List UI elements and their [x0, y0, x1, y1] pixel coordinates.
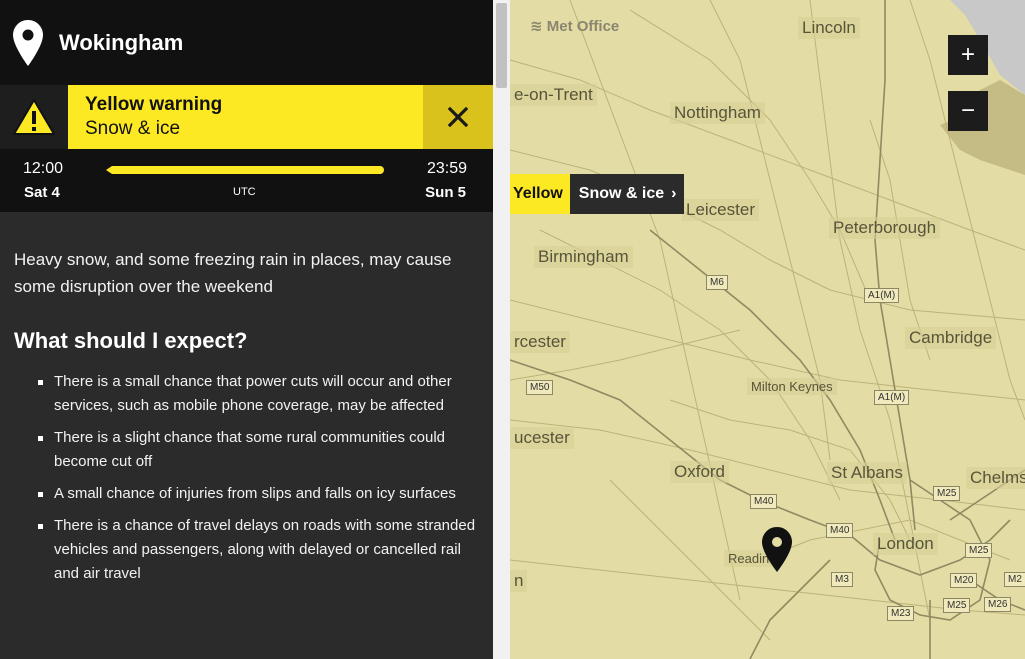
city-label: Birmingham: [534, 246, 633, 268]
panel-scrollbar[interactable]: [493, 0, 510, 659]
warning-summary: Heavy snow, and some freezing rain in pl…: [14, 250, 452, 296]
road-label: M25: [943, 598, 971, 613]
end-time: 23:59: [426, 160, 467, 177]
warning-banner: Yellow warning Snow & ice: [0, 85, 493, 149]
city-label: St Albans: [827, 462, 907, 484]
road-label: M26: [984, 597, 1012, 612]
road-label: M25: [965, 543, 993, 558]
timeline-bar: [106, 166, 384, 174]
road-label: M20: [950, 573, 978, 588]
chip-type-label: Snow & ice: [578, 185, 665, 202]
city-label: Oxford: [670, 461, 730, 483]
met-office-logo: ≋ Met Office: [530, 17, 619, 35]
list-item: There is a chance of travel delays on ro…: [38, 514, 479, 586]
location-header: Wokingham: [0, 0, 493, 85]
city-label: n: [510, 570, 528, 592]
list-item: There is a small chance that power cuts …: [38, 370, 479, 418]
city-label: ucester: [510, 427, 574, 449]
warning-panel: Wokingham Yellow warning Snow & ice 12:0…: [0, 0, 493, 659]
end-day: Sun 5: [425, 184, 466, 201]
city-label: Nottingham: [670, 102, 765, 124]
expect-heading: What should I expect?: [14, 328, 248, 353]
timezone-label: UTC: [233, 186, 256, 198]
road-label: M3: [831, 572, 853, 587]
city-label: e-on-Trent: [510, 84, 597, 106]
chevron-right-icon: ›: [671, 185, 677, 202]
close-button[interactable]: [423, 85, 493, 149]
location-marker-icon[interactable]: [762, 527, 792, 572]
map-pin-icon: [13, 19, 43, 66]
city-label: Peterborough: [829, 217, 941, 239]
close-icon: [448, 107, 468, 127]
city-label: Chelms: [966, 467, 1025, 489]
chip-level: Yellow: [510, 174, 570, 214]
city-label: Leicester: [682, 199, 759, 221]
crown-icon: ≋: [530, 18, 543, 35]
list-item: A small chance of injuries from slips an…: [38, 482, 479, 506]
city-label: London: [873, 533, 938, 555]
road-label: M40: [826, 523, 854, 538]
warning-timeline: 12:00 Sat 4 UTC 23:59 Sun 5: [0, 149, 493, 212]
start-day: Sat 4: [24, 184, 60, 201]
road-label: A1(M): [864, 288, 900, 303]
road-label: M2: [1004, 572, 1025, 587]
warning-icon-box: [0, 85, 68, 149]
road-label: M23: [887, 606, 915, 621]
warning-triangle-icon: [13, 99, 55, 135]
location-title: Wokingham: [59, 29, 184, 55]
map-warning-chip[interactable]: Yellow Snow & ice ›: [510, 174, 685, 214]
road-label: A1(M): [874, 390, 910, 405]
zoom-out-button[interactable]: −: [948, 91, 988, 131]
road-label: M50: [526, 380, 554, 395]
warning-content: Heavy snow, and some freezing rain in pl…: [0, 212, 493, 586]
road-label: M6: [706, 275, 728, 290]
warning-type: Snow & ice: [85, 118, 181, 139]
brand-name: Met Office: [546, 18, 620, 35]
city-label: Lincoln: [798, 17, 860, 39]
city-label: rcester: [510, 331, 570, 353]
warning-level: Yellow warning: [85, 94, 223, 115]
start-time: 12:00: [23, 160, 64, 177]
zoom-in-button[interactable]: +: [948, 35, 988, 75]
warning-text: Yellow warning Snow & ice: [68, 85, 423, 149]
warning-map[interactable]: ≋ Met Office Lincoln e-on-Trent Nottingh…: [510, 0, 1025, 659]
chip-type: Snow & ice ›: [569, 174, 685, 214]
road-label: M40: [750, 494, 778, 509]
expect-list: There is a small chance that power cuts …: [14, 370, 479, 586]
scrollbar-thumb[interactable]: [496, 3, 507, 88]
list-item: There is a slight chance that some rural…: [38, 426, 479, 474]
road-label: M25: [933, 486, 961, 501]
city-label: Milton Keynes: [747, 378, 837, 395]
city-label: Cambridge: [905, 327, 997, 349]
